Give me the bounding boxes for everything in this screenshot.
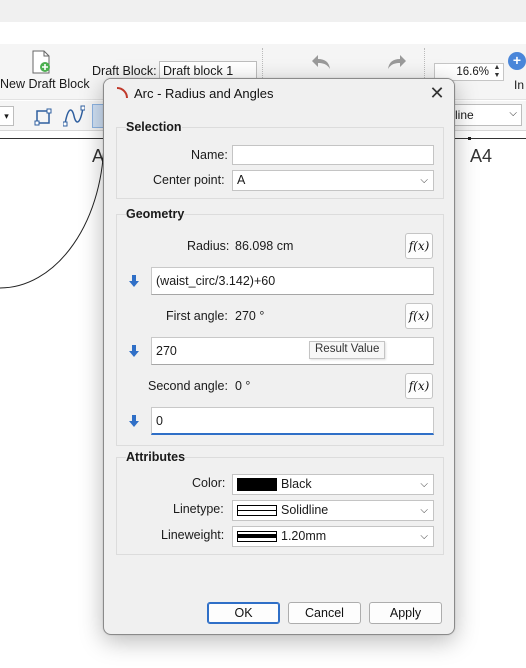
first-angle-label: First angle: [166, 309, 228, 323]
second-angle-value: 0 ° [235, 379, 251, 393]
name-input[interactable] [232, 145, 434, 165]
attributes-group: Attributes Color: Black ⌵ Linetype: Soli… [116, 450, 444, 555]
zoom-spin-arrows-icon[interactable]: ▲ ▼ [491, 64, 503, 80]
close-icon[interactable]: ✕ [426, 84, 448, 104]
chevron-down-icon: ⌵ [420, 479, 428, 490]
zoom-in-icon[interactable]: + [508, 52, 526, 70]
redo-icon[interactable] [386, 52, 408, 72]
color-swatch [237, 478, 277, 492]
selection-group: Selection Name: Center point: A ⌵ [116, 120, 444, 199]
radius-value: 86.098 cm [235, 239, 294, 253]
first-angle-formula-input[interactable]: 270 [151, 337, 434, 365]
ok-button[interactable]: OK [207, 602, 280, 624]
first-angle-value: 270 ° [235, 309, 265, 323]
second-angle-fx-button[interactable]: f(x) [405, 373, 433, 399]
down-arrow-icon[interactable] [128, 415, 140, 427]
center-point-select[interactable]: A ⌵ [232, 170, 434, 191]
selection-group-title: Selection [126, 120, 182, 134]
spline-tool-icon[interactable] [63, 105, 85, 127]
fx-icon: f(x) [408, 379, 430, 393]
second-angle-label: Second angle: [148, 379, 228, 393]
second-angle-formula-input[interactable]: 0 [151, 407, 434, 435]
draft-block-select-value: Draft block 1 [163, 64, 234, 78]
draft-block-label: Draft Block: [92, 64, 157, 78]
arc-tool-icon [116, 87, 128, 99]
attributes-group-title: Attributes [126, 450, 186, 464]
window-top-strip [0, 0, 526, 22]
radius-fx-button[interactable]: f(x) [405, 233, 433, 259]
first-angle-fx-button[interactable]: f(x) [405, 303, 433, 329]
rectangle-tool-icon[interactable] [34, 106, 54, 126]
chevron-down-icon: ⌵ [420, 505, 428, 516]
undo-icon[interactable] [310, 52, 332, 72]
fx-icon: f(x) [408, 309, 430, 323]
apply-button[interactable]: Apply [369, 602, 442, 624]
cancel-button[interactable]: Cancel [288, 602, 361, 624]
result-value-tooltip: Result Value [309, 341, 386, 359]
linetype-select-value: line [455, 108, 474, 122]
point-label-a4: A4 [470, 146, 493, 166]
linetype-swatch [237, 505, 277, 517]
geometry-group-title: Geometry [126, 207, 185, 221]
name-label: Name: [191, 148, 228, 162]
linetype-select[interactable]: Solidline ⌵ [232, 500, 434, 521]
chevron-down-icon: ⌵ [509, 108, 517, 119]
lineweight-swatch [237, 531, 277, 543]
lineweight-value: 1.20mm [281, 529, 327, 543]
canvas-arc [0, 138, 105, 289]
fx-icon: f(x) [408, 239, 430, 253]
color-label: Color: [192, 476, 226, 490]
chevron-down-icon: ⌵ [420, 175, 428, 186]
down-arrow-icon[interactable] [128, 275, 140, 287]
chevron-down-icon[interactable]: ▾ [0, 106, 14, 126]
down-arrow-icon[interactable] [128, 345, 140, 357]
color-value: Black [281, 477, 312, 491]
lineweight-label: Lineweight: [161, 528, 225, 542]
zoom-in-label: In [514, 78, 525, 92]
linetype-label: Linetype: [173, 502, 224, 516]
canvas-point [468, 137, 471, 140]
linetype-select[interactable]: line ⌵ [454, 104, 522, 126]
radius-label: Radius: [187, 239, 230, 253]
center-point-value: A [237, 173, 246, 187]
dialog-title: Arc - Radius and Angles [134, 86, 274, 101]
radius-formula-input[interactable]: (waist_circ/3.142)+60 [151, 267, 434, 295]
new-draft-block-label[interactable]: New Draft Block [0, 77, 90, 91]
linetype-value: Solidline [281, 503, 329, 517]
new-draft-block-icon[interactable] [30, 50, 52, 74]
geometry-group: Geometry Radius: 86.098 cm f(x) (waist_c… [116, 207, 444, 446]
color-select[interactable]: Black ⌵ [232, 474, 434, 495]
lineweight-select[interactable]: 1.20mm ⌵ [232, 526, 434, 547]
dialog-titlebar: Arc - Radius and Angles ✕ [104, 79, 454, 109]
zoom-value: 16.6% [456, 66, 489, 78]
center-point-label: Center point: [153, 173, 225, 187]
chevron-down-icon: ⌵ [420, 531, 428, 542]
arc-dialog: Arc - Radius and Angles ✕ Selection Name… [103, 78, 455, 635]
